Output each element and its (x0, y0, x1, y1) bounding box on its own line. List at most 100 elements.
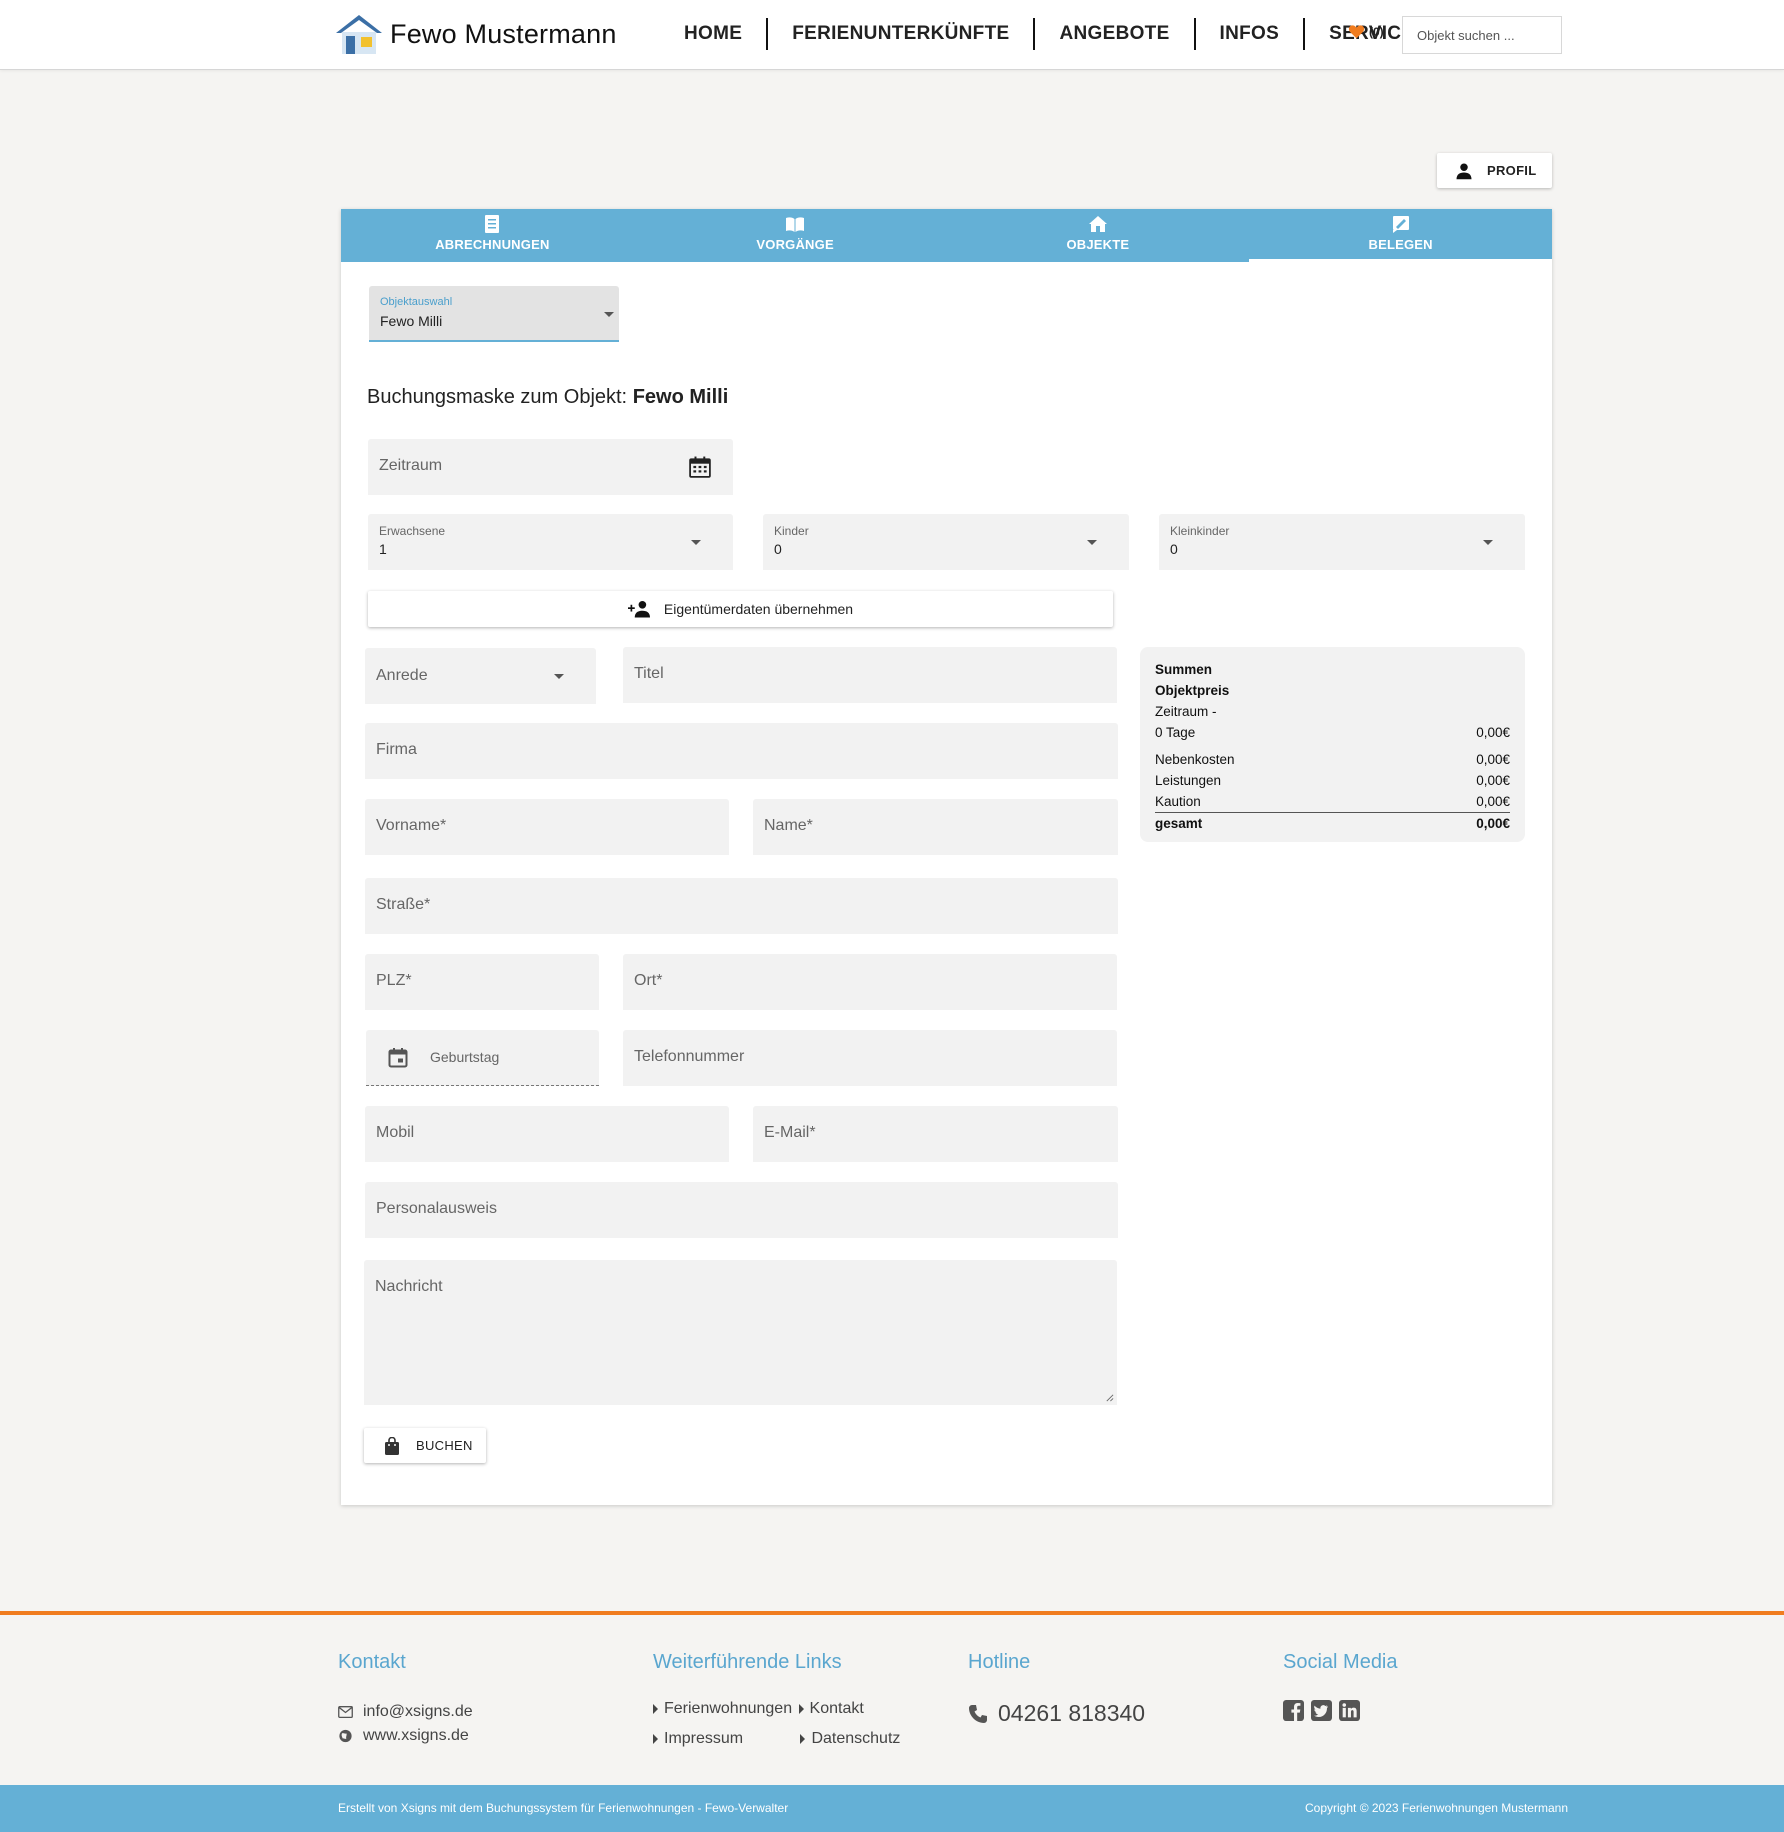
footer-links: Weiterführende Links Ferienwohnungen Kon… (653, 1651, 900, 1749)
mask-title-prefix: Buchungsmaske zum Objekt: (367, 386, 633, 408)
edit-note-icon (1392, 216, 1409, 233)
gesamt-label: gesamt (1155, 816, 1203, 831)
logo-text: Fewo Mustermann (390, 18, 617, 49)
titel-placeholder: Titel (634, 665, 664, 682)
ausweis-placeholder: Personalausweis (376, 1200, 497, 1217)
anrede-select[interactable]: Anrede (365, 648, 596, 704)
kinder-value: 0 (774, 541, 782, 557)
strasse-input[interactable]: Straße* (365, 878, 1118, 934)
person-icon (1456, 163, 1472, 179)
nav-infos[interactable]: INFOS (1196, 18, 1304, 50)
kleinkinder-label: Kleinkinder (1170, 524, 1230, 538)
footer-link-datenschutz[interactable]: Datenschutz (800, 1730, 900, 1748)
chevron-down-icon (604, 312, 614, 317)
kleinkinder-select[interactable]: Kleinkinder 0 (1159, 514, 1525, 570)
tage-label: 0 Tage (1155, 725, 1196, 740)
favorites-link[interactable]: (0) (1348, 24, 1384, 39)
chevron-down-icon (691, 540, 701, 545)
ausweis-input[interactable]: Personalausweis (365, 1182, 1118, 1238)
chevron-down-icon (1483, 540, 1493, 545)
add-person-icon (627, 600, 650, 618)
nachricht-placeholder: Nachricht (375, 1278, 443, 1295)
footer-link-impressum[interactable]: Impressum (653, 1730, 796, 1748)
gesamt-value: 0,00€ (1476, 816, 1510, 831)
kaution-label: Kaution (1155, 794, 1201, 809)
objektpreis-title: Objektpreis (1155, 683, 1230, 698)
summary-panel: Summen Objektpreis Zeitraum - 0 Tage 0,00… (1140, 647, 1525, 842)
calendar-event-icon (388, 1048, 408, 1068)
telefon-placeholder: Telefonnummer (634, 1048, 745, 1065)
object-select[interactable]: Objektauswahl Fewo Milli (369, 286, 619, 342)
hotline-text: 04261 818340 (998, 1700, 1146, 1726)
firma-placeholder: Firma (376, 741, 417, 758)
footer-hotline: Hotline 04261 818340 (968, 1651, 1145, 1727)
nav-home[interactable]: HOME (660, 18, 766, 50)
tab-objekte[interactable]: OBJEKTE (947, 209, 1250, 262)
footer-email[interactable]: info@xsigns.de (338, 1700, 473, 1724)
search-input[interactable] (1402, 16, 1562, 54)
email-placeholder: E-Mail* (764, 1124, 816, 1141)
ort-input[interactable]: Ort* (623, 954, 1117, 1010)
mask-object-name: Fewo Milli (632, 386, 729, 408)
zeitraum-summary: Zeitraum - (1155, 704, 1217, 719)
firma-input[interactable]: Firma (365, 723, 1118, 779)
erwachsene-label: Erwachsene (379, 524, 446, 538)
kleinkinder-value: 0 (1170, 541, 1178, 557)
vorname-input[interactable]: Vorname* (365, 799, 729, 855)
buchen-button[interactable]: BUCHEN (364, 1428, 486, 1463)
mask-title: Buchungsmaske zum Objekt: Fewo Milli (367, 386, 728, 409)
strasse-placeholder: Straße* (376, 896, 431, 913)
mobil-placeholder: Mobil (376, 1124, 415, 1141)
phone-icon (969, 1704, 987, 1723)
bottom-credit: Erstellt von Xsigns mit dem Buchungssyst… (338, 1801, 789, 1815)
erwachsene-select[interactable]: Erwachsene 1 (368, 514, 733, 570)
tab-label: VORGÄNGE (756, 237, 834, 252)
name-input[interactable]: Name* (753, 799, 1118, 855)
footer-kontakt: Kontakt info@xsigns.de www.xsigns.de (338, 1651, 473, 1748)
owner-button-label: Eigentümerdaten übernehmen (663, 601, 854, 617)
hotline-number[interactable]: 04261 818340 (968, 1700, 1145, 1727)
calendar-icon (689, 456, 711, 478)
envelope-icon (338, 1706, 353, 1718)
tab-bar: ABRECHNUNGEN VORGÄNGE OBJEKTE BELEGEN (341, 209, 1552, 262)
facebook-icon[interactable] (1283, 1700, 1304, 1721)
geburtstag-input[interactable]: Geburtstag (366, 1030, 599, 1086)
plz-input[interactable]: PLZ* (365, 954, 599, 1010)
chevron-down-icon (1087, 540, 1097, 545)
nav-angebote[interactable]: ANGEBOTE (1035, 18, 1193, 50)
email-input[interactable]: E-Mail* (753, 1106, 1118, 1162)
tab-abrechnungen[interactable]: ABRECHNUNGEN (341, 209, 644, 262)
chevron-down-icon (554, 674, 564, 679)
resize-handle-icon[interactable] (1105, 1393, 1114, 1402)
profil-button[interactable]: PROFIL (1437, 153, 1552, 188)
leistungen-label: Leistungen (1155, 773, 1222, 788)
linkedin-icon[interactable] (1339, 1700, 1360, 1721)
titel-input[interactable]: Titel (623, 647, 1117, 703)
house-icon (1088, 216, 1107, 232)
geburtstag-placeholder: Geburtstag (430, 1049, 500, 1065)
nav-ferienunterkuenfte[interactable]: FERIENUNTERKÜNFTE (768, 18, 1033, 50)
tab-belegen[interactable]: BELEGEN (1249, 209, 1552, 262)
erwachsene-value: 1 (379, 541, 387, 557)
footer-link-ferienwohnungen[interactable]: Ferienwohnungen (653, 1700, 792, 1718)
heart-icon (1348, 25, 1365, 39)
tab-label: ABRECHNUNGEN (435, 237, 550, 252)
kinder-select[interactable]: Kinder 0 (763, 514, 1129, 570)
globe-icon (339, 1729, 352, 1743)
nebenkosten-value: 0,00€ (1476, 752, 1510, 767)
kontakt-title: Kontakt (338, 1651, 406, 1673)
footer-link-kontakt[interactable]: Kontakt (799, 1700, 864, 1718)
mobil-input[interactable]: Mobil (365, 1106, 729, 1162)
zeitraum-field[interactable]: Zeitraum (368, 439, 733, 495)
tab-vorgaenge[interactable]: VORGÄNGE (644, 209, 947, 262)
telefon-input[interactable]: Telefonnummer (623, 1030, 1117, 1086)
twitter-icon[interactable] (1311, 1700, 1332, 1721)
footer-web[interactable]: www.xsigns.de (338, 1724, 473, 1748)
owner-data-button[interactable]: Eigentümerdaten übernehmen (368, 591, 1113, 627)
name-placeholder: Name* (764, 817, 813, 834)
nachricht-textarea[interactable]: Nachricht (364, 1260, 1117, 1405)
bottom-bar: Erstellt von Xsigns mit dem Buchungssyst… (0, 1785, 1784, 1832)
footer-email-text: info@xsigns.de (363, 1703, 473, 1720)
site-logo[interactable]: Fewo Mustermann (334, 13, 617, 55)
booking-card: ABRECHNUNGEN VORGÄNGE OBJEKTE BELEGEN Ob… (341, 209, 1552, 1505)
